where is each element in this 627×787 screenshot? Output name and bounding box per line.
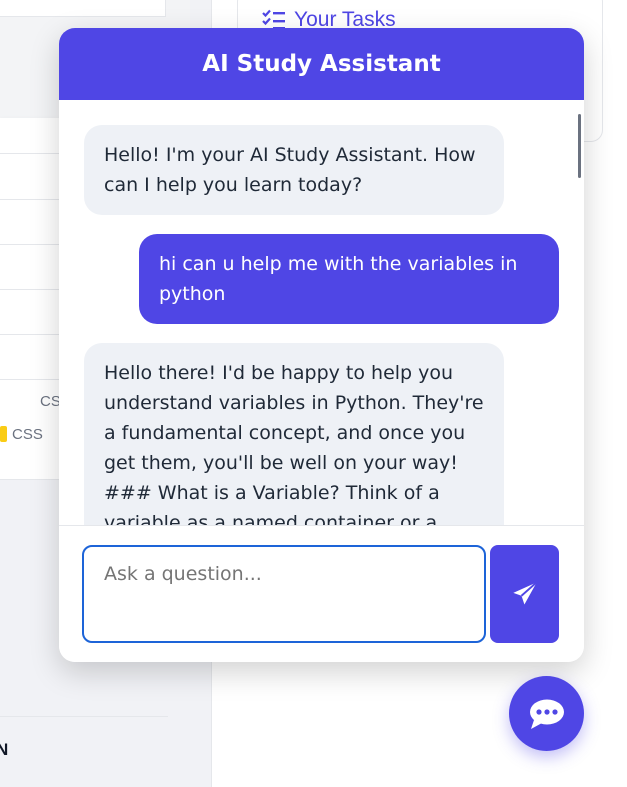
message-text: Hello! I'm your AI Study Assistant. How … xyxy=(104,144,476,196)
assistant-message: Hello! I'm your AI Study Assistant. How … xyxy=(84,125,504,215)
chat-toggle-button[interactable] xyxy=(509,676,584,751)
chat-input-area xyxy=(59,525,584,662)
message-text: hi can u help me with the variables in p… xyxy=(159,253,518,305)
paper-plane-icon xyxy=(512,581,537,605)
send-button[interactable] xyxy=(490,545,559,643)
assistant-message: Hello there! I'd be happy to help you un… xyxy=(84,343,504,525)
background-divider xyxy=(0,716,168,717)
chat-title: AI Study Assistant xyxy=(202,51,441,77)
background-tag-label: CSS xyxy=(12,426,43,443)
question-input[interactable] xyxy=(82,545,486,643)
chat-bubble-icon xyxy=(529,699,564,729)
background-tag-code: CS xyxy=(40,393,61,410)
user-message: hi can u help me with the variables in p… xyxy=(139,234,559,324)
chat-scrollbar[interactable] xyxy=(578,114,581,178)
chat-window: AI Study Assistant Hello! I'm your AI St… xyxy=(59,28,584,662)
chat-header: AI Study Assistant xyxy=(59,28,584,100)
chat-message-list[interactable]: Hello! I'm your AI Study Assistant. How … xyxy=(59,100,584,525)
background-search-field[interactable] xyxy=(0,0,166,17)
background-bottom-text: N xyxy=(0,740,9,759)
css-tag-color-icon xyxy=(0,426,7,442)
message-text: Hello there! I'd be happy to help you un… xyxy=(104,362,484,525)
